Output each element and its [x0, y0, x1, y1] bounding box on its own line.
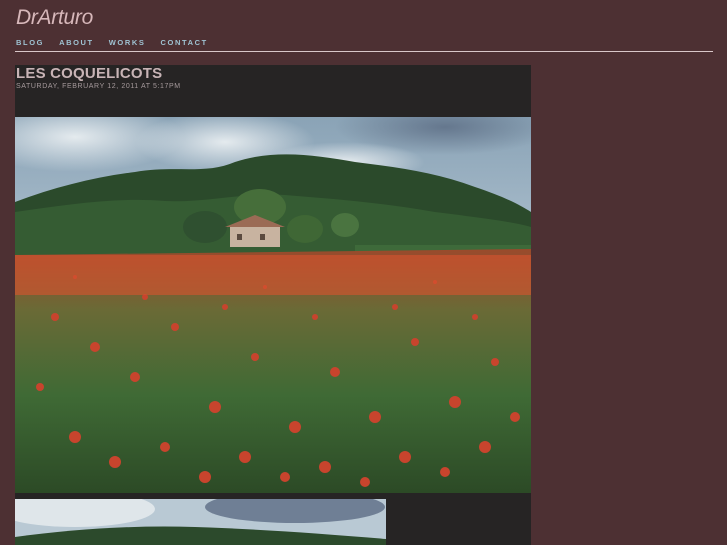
header-divider: [15, 51, 713, 52]
nav-about[interactable]: ABOUT: [59, 38, 94, 47]
poppy-field-painting[interactable]: [15, 117, 531, 493]
post-title[interactable]: LES COQUELICOTS: [16, 65, 162, 82]
site-title[interactable]: DrArturo: [16, 6, 93, 30]
main-nav: BLOG ABOUT WORKS CONTACT: [16, 38, 208, 47]
blog-post: LES COQUELICOTS SATURDAY, FEBRUARY 12, 2…: [15, 65, 531, 545]
post-date: SATURDAY, FEBRUARY 12, 2011 AT 5:17PM: [16, 83, 181, 90]
nav-blog[interactable]: BLOG: [16, 38, 44, 47]
nav-contact[interactable]: CONTACT: [161, 38, 208, 47]
poppy-field-painting-thumbnail[interactable]: [15, 499, 386, 545]
nav-works[interactable]: WORKS: [109, 38, 146, 47]
